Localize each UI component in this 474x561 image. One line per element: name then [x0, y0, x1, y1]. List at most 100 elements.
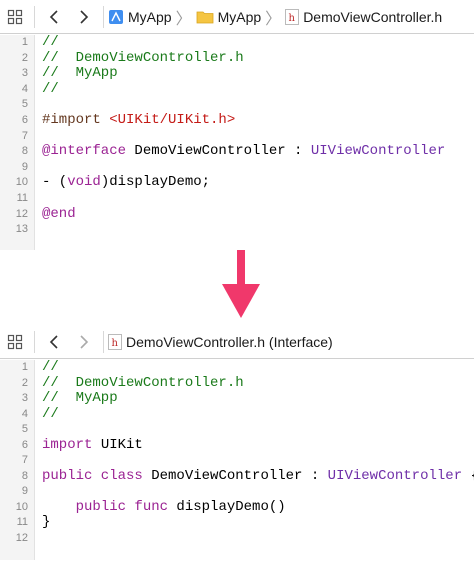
code-text: // [42, 359, 59, 376]
code-line: 5 [0, 97, 474, 113]
code-line: 6 #import <UIKit/UIKit.h> [0, 111, 474, 129]
code-token: // [42, 405, 59, 422]
code-line: 10 public func displayDemo() [0, 498, 474, 516]
code-token: // [42, 80, 59, 97]
breadcrumb-file[interactable]: h DemoViewController.h [285, 8, 442, 25]
line-number: 12 [15, 531, 28, 544]
line-number: 4 [21, 407, 28, 420]
code-token: DemoViewController : [126, 143, 311, 160]
code-text: // DemoViewController.h [42, 374, 244, 392]
code-line: 2 // DemoViewController.h [0, 49, 474, 67]
line-number: 8 [21, 469, 28, 482]
line-number: 6 [21, 113, 28, 126]
transform-arrow [0, 230, 474, 325]
back-icon[interactable] [39, 326, 69, 358]
line-number: 12 [15, 207, 28, 220]
code-line: 3 // MyApp [0, 65, 474, 82]
code-token: UIViewController [310, 143, 446, 160]
code-line: 1 // [0, 34, 474, 51]
code-line: 4 // [0, 405, 474, 423]
code-text: // [42, 405, 59, 423]
code-token: UIViewController [327, 467, 463, 484]
svg-text:h: h [112, 338, 119, 349]
code-line: 9 [0, 160, 474, 176]
code-text: import UIKit [42, 436, 143, 454]
code-text: public func displayDemo() [42, 498, 286, 516]
code-line: 8 public class DemoViewController : UIVie… [0, 467, 474, 485]
jump-bar: MyApp 〉 MyApp 〉 h DemoViewController.h [0, 0, 474, 34]
breadcrumb-label: MyApp [128, 8, 172, 25]
svg-text:h: h [289, 13, 296, 24]
code-line: 2 // DemoViewController.h [0, 374, 474, 392]
line-number: 1 [21, 361, 28, 373]
code-token: UIKit [92, 436, 143, 453]
code-editor[interactable]: 1 // 2 // DemoViewController.h 3 // MyApp 4 // 5… [0, 34, 474, 250]
code-line: 7 [0, 129, 474, 145]
line-number: 5 [21, 98, 28, 111]
code-line: 11} [0, 514, 474, 531]
related-items-icon[interactable] [0, 1, 30, 33]
code-token: displayDemo() [168, 498, 286, 515]
code-token: @end [42, 205, 76, 222]
code-text: // [42, 34, 59, 51]
code-token: import [42, 436, 93, 453]
xcode-project-icon [108, 9, 124, 25]
line-number: 8 [21, 145, 28, 158]
code-text: #import <UIKit/UIKit.h> [42, 111, 235, 129]
line-number: 2 [21, 376, 28, 389]
code-token: DemoViewController : [142, 467, 328, 484]
code-token: public func [75, 498, 169, 515]
down-arrow-icon [222, 230, 260, 318]
code-token: #import [42, 111, 110, 128]
separator [103, 330, 104, 353]
code-token: // [42, 359, 59, 375]
line-number: 3 [21, 67, 28, 80]
line-number: 4 [21, 82, 28, 95]
separator [34, 330, 35, 353]
code-token: void [67, 174, 101, 191]
code-line: 1 // [0, 359, 474, 376]
breadcrumb-file[interactable]: h DemoViewController.h (Interface) [108, 333, 333, 350]
code-line: 12 [0, 531, 474, 547]
line-number: 13 [15, 223, 28, 236]
code-text: @interface DemoViewController : UIViewCo… [42, 143, 446, 160]
code-token: @interface [42, 143, 127, 160]
line-number: 11 [16, 191, 28, 204]
breadcrumb-project[interactable]: MyApp [108, 9, 172, 25]
breadcrumb-folder[interactable]: MyApp [196, 8, 262, 25]
code-token: // DemoViewController.h [42, 374, 244, 391]
code-text: // [42, 80, 59, 98]
code-line: 6 import UIKit [0, 436, 474, 454]
code-text: @end [42, 205, 76, 223]
code-token: } [42, 514, 51, 530]
code-token: public class [42, 467, 143, 484]
code-token: // MyApp [42, 65, 118, 82]
line-number: 3 [21, 392, 28, 404]
line-number: 11 [16, 516, 28, 528]
code-text: public class DemoViewController : UIView… [42, 467, 474, 485]
forward-icon[interactable] [69, 1, 99, 33]
code-line: 11 [0, 191, 474, 207]
line-number: 6 [21, 438, 28, 451]
related-items-icon[interactable] [0, 326, 30, 358]
code-line: 4 // [0, 80, 474, 98]
code-text: // DemoViewController.h [42, 49, 244, 67]
code-text: - (void)displayDemo; [42, 175, 210, 191]
separator [34, 5, 35, 28]
breadcrumb-chevron-icon: 〉 [265, 10, 282, 28]
line-number: 5 [21, 423, 28, 435]
line-number: 7 [21, 129, 28, 142]
code-editor[interactable]: 1 // 2 // DemoViewController.h 3 // MyApp 4 // 5… [0, 359, 474, 560]
breadcrumb-label: MyApp [217, 8, 262, 25]
code-line: 8 @interface DemoViewController : UIViewC… [0, 143, 474, 160]
code-line: 5 [0, 422, 474, 438]
back-icon[interactable] [39, 1, 69, 33]
code-token: // DemoViewController.h [42, 49, 244, 66]
header-file-icon: h [108, 333, 122, 350]
code-token: - ( [42, 174, 68, 191]
code-text: // MyApp [42, 390, 118, 407]
line-number: 10 [15, 500, 28, 513]
line-number: 2 [21, 51, 28, 64]
forward-icon[interactable] [69, 326, 99, 358]
